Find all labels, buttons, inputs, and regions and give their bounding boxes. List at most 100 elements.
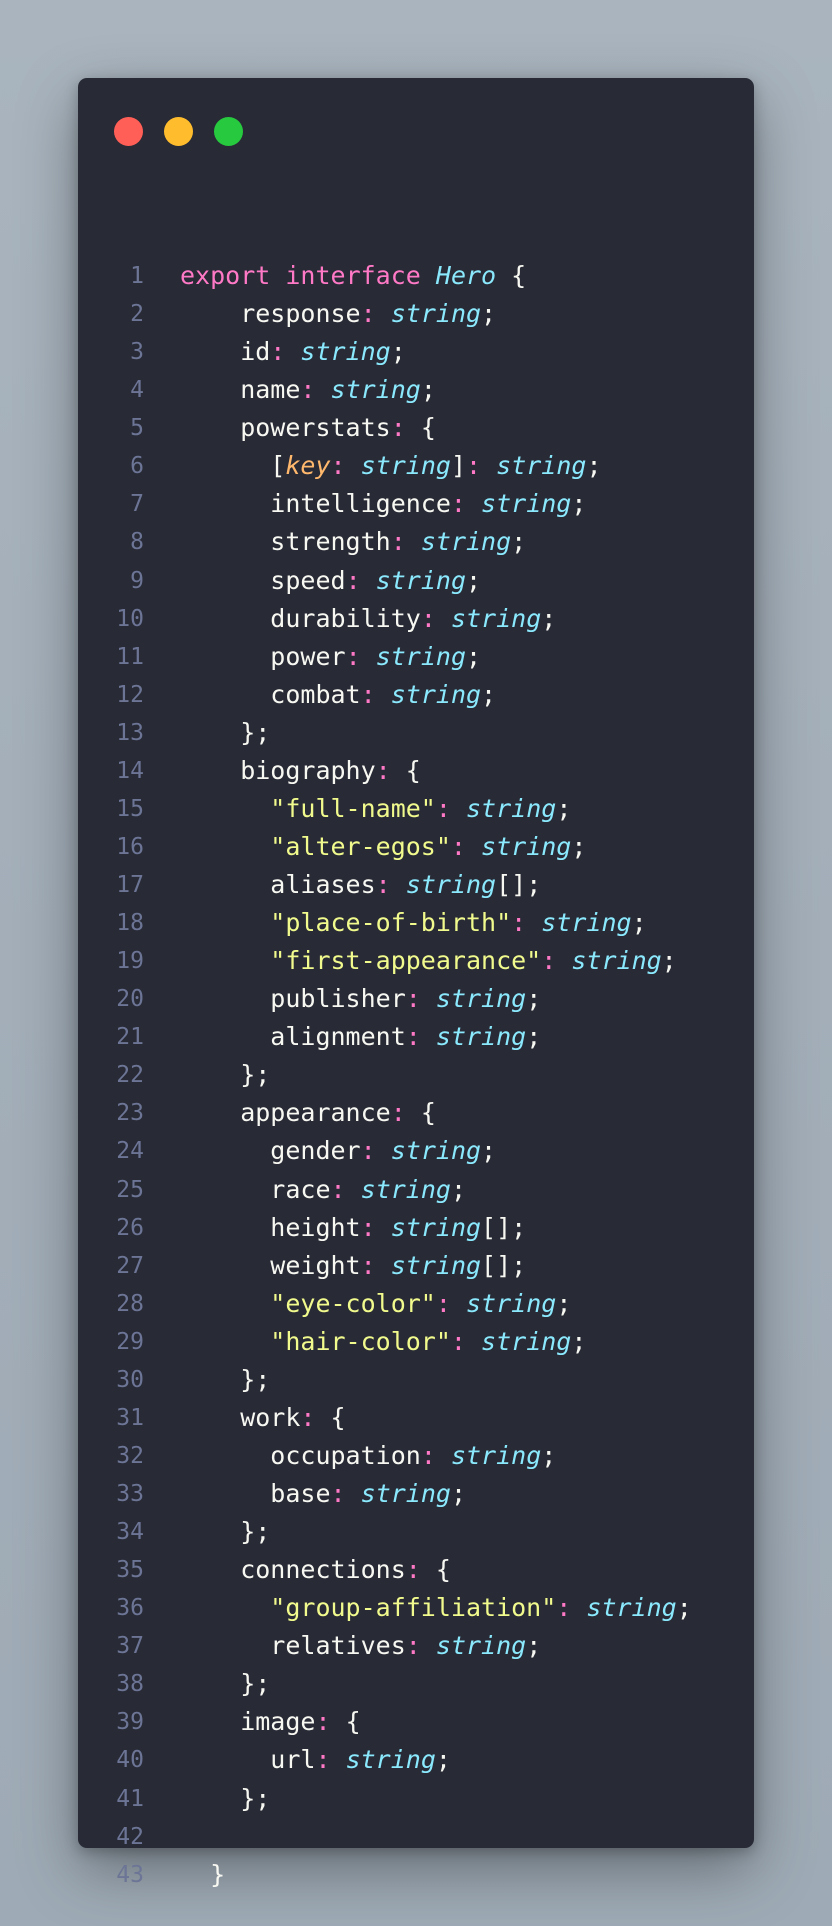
- code-token: string: [435, 1631, 527, 1661]
- line-number: 34: [116, 1519, 144, 1546]
- code-text: };: [240, 1780, 270, 1818]
- code-token: string: [466, 793, 557, 823]
- line-number: 9: [130, 567, 144, 594]
- line-number: 35: [116, 1557, 144, 1584]
- code-line: 24 gender: string;: [78, 1132, 754, 1170]
- code-token: :: [300, 375, 316, 405]
- code-token: string: [450, 603, 542, 633]
- code-line: 27 weight: string[];: [78, 1247, 754, 1285]
- code-token: ;: [571, 1326, 587, 1356]
- code-token: :: [345, 641, 361, 671]
- code-line: 19 "first-appearance": string;: [78, 942, 754, 980]
- code-text: "first-appearance": string;: [270, 942, 676, 980]
- code-token: string: [435, 984, 527, 1014]
- code-token: "place-of-birth": [270, 908, 512, 938]
- code-line: 2 response: string;: [78, 295, 754, 333]
- code-text: intelligence: string;: [270, 485, 586, 523]
- line-number: 8: [130, 529, 144, 556]
- line-number: 26: [116, 1214, 144, 1241]
- code-token: :: [390, 1098, 406, 1128]
- code-line: 31 work: {: [78, 1399, 754, 1437]
- code-text: publisher: string;: [270, 980, 541, 1018]
- code-token: [];: [481, 1212, 527, 1242]
- line-number: 29: [116, 1328, 144, 1355]
- code-token: ;: [481, 299, 497, 329]
- code-token: publisher: [270, 984, 406, 1014]
- code-token: :: [345, 565, 361, 595]
- line-number: 41: [116, 1785, 144, 1812]
- code-line: 42: [78, 1818, 754, 1856]
- code-token: race: [270, 1174, 331, 1204]
- line-number: 23: [116, 1100, 144, 1127]
- code-line: 12 combat: string;: [78, 676, 754, 714]
- line-number: 1: [130, 263, 144, 289]
- code-text: };: [240, 1665, 270, 1703]
- code-text: }: [210, 1856, 225, 1894]
- code-token: :: [360, 1136, 376, 1166]
- maximize-dot-icon[interactable]: [214, 117, 243, 146]
- code-token: :: [556, 1593, 572, 1623]
- code-token: intelligence: [270, 489, 451, 519]
- minimize-dot-icon[interactable]: [164, 117, 193, 146]
- line-number: 24: [116, 1138, 144, 1165]
- code-line: 43}: [78, 1856, 754, 1894]
- code-token: power: [270, 641, 346, 671]
- code-token: interface: [285, 261, 421, 290]
- code-token: :: [435, 793, 451, 823]
- code-token: :: [466, 451, 482, 481]
- code-line: 9 speed: string;: [78, 562, 754, 600]
- code-token: string: [466, 1288, 557, 1318]
- code-text: power: string;: [270, 638, 481, 676]
- line-number: 14: [116, 757, 144, 784]
- line-number: 28: [116, 1290, 144, 1317]
- code-line: 41};: [78, 1780, 754, 1818]
- line-number: 3: [130, 339, 144, 366]
- code-token: url: [270, 1745, 316, 1775]
- line-number: 42: [116, 1823, 144, 1850]
- code-text: occupation: string;: [270, 1437, 556, 1475]
- code-token: powerstats: [240, 413, 391, 443]
- code-token: connections: [240, 1555, 406, 1585]
- code-token: [: [270, 451, 286, 481]
- code-token: string: [405, 870, 497, 899]
- line-number: 5: [130, 415, 144, 442]
- code-line: 13};: [78, 714, 754, 752]
- code-token: string: [360, 451, 451, 481]
- code-text: "eye-color": string;: [270, 1285, 571, 1323]
- code-line: 4 name: string;: [78, 371, 754, 409]
- code-text: };: [240, 1361, 270, 1399]
- code-token: string: [390, 1136, 482, 1166]
- code-line: 25 race: string;: [78, 1171, 754, 1209]
- code-token: string: [375, 565, 466, 595]
- code-line: 29 "hair-color": string;: [78, 1323, 754, 1361]
- line-number: 19: [116, 948, 144, 975]
- line-number: 6: [130, 453, 144, 480]
- close-dot-icon[interactable]: [114, 117, 143, 146]
- code-token: gender: [270, 1136, 361, 1166]
- code-token: ;: [466, 565, 482, 595]
- code-token: :: [330, 1174, 346, 1204]
- line-number: 27: [116, 1252, 144, 1279]
- code-token: string: [345, 1745, 436, 1775]
- code-token: :: [300, 1402, 316, 1432]
- code-text: };: [240, 714, 270, 752]
- code-token: string: [541, 908, 632, 938]
- line-number: 40: [116, 1747, 144, 1774]
- code-token: combat: [270, 679, 361, 709]
- code-token: ;: [661, 946, 677, 976]
- code-line: 34};: [78, 1513, 754, 1551]
- line-number: 7: [130, 491, 144, 518]
